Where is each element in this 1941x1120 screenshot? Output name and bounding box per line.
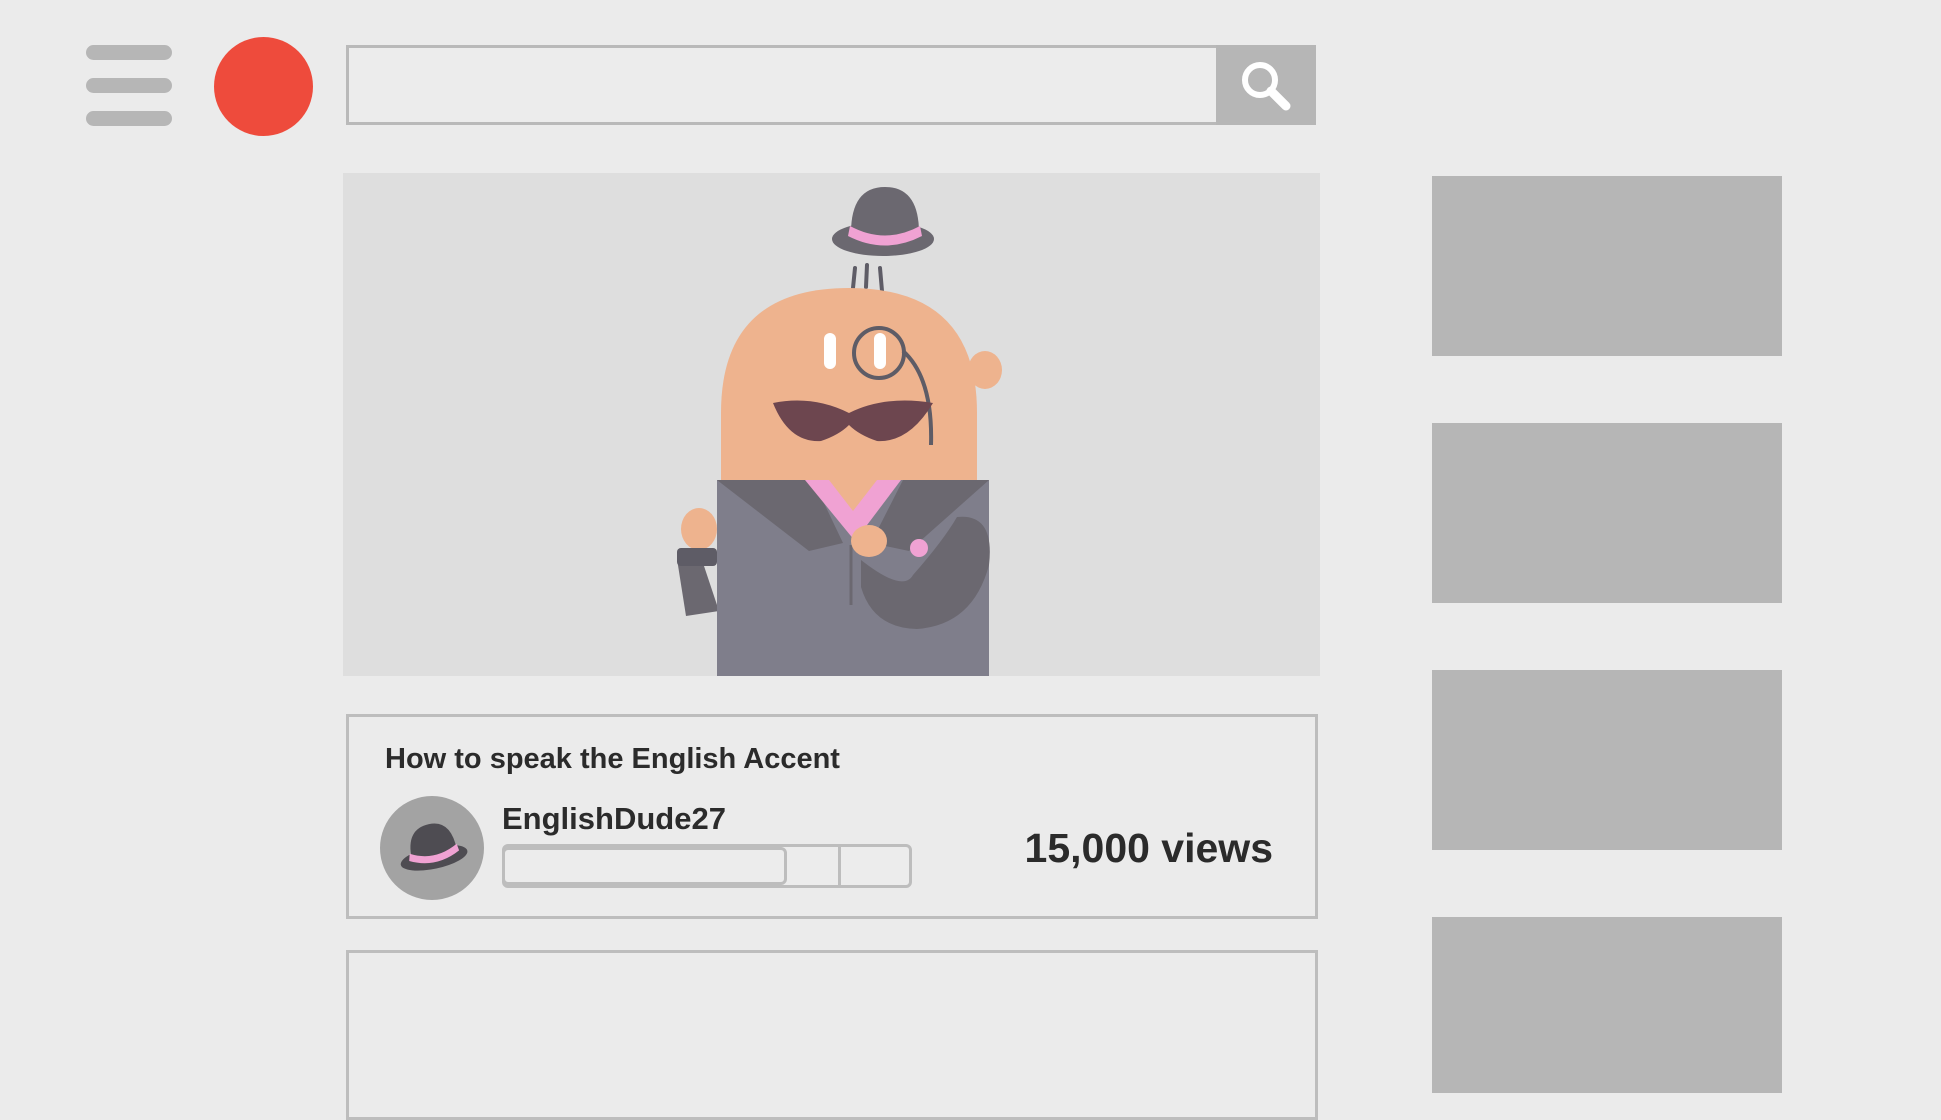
search-icon	[1242, 62, 1291, 111]
channel-name[interactable]: EnglishDude27	[502, 801, 726, 837]
video-title: How to speak the English Accent	[385, 743, 840, 775]
search-button[interactable]	[1216, 45, 1316, 125]
search-input[interactable]	[346, 45, 1216, 125]
related-video-thumbnail[interactable]	[1432, 423, 1782, 603]
video-player[interactable]	[343, 173, 1320, 676]
related-video-thumbnail[interactable]	[1432, 917, 1782, 1093]
bowler-hat-icon	[832, 187, 934, 256]
gentleman-character-illustration	[677, 187, 1002, 676]
dislike-button[interactable]	[841, 847, 909, 885]
subscribe-button[interactable]	[502, 847, 787, 885]
bowler-hat-icon	[400, 823, 468, 871]
channel-avatar[interactable]	[380, 796, 484, 900]
related-video-thumbnail[interactable]	[1432, 670, 1782, 850]
like-button[interactable]	[787, 847, 841, 885]
hamburger-menu-icon[interactable]	[86, 45, 172, 127]
action-bar	[502, 844, 912, 888]
logo-icon[interactable]	[214, 37, 313, 136]
description-box	[346, 950, 1318, 1120]
video-info-card: How to speak the English Accent EnglishD…	[346, 714, 1318, 919]
view-count: 15,000 views	[1024, 825, 1273, 871]
related-video-thumbnail[interactable]	[1432, 176, 1782, 356]
